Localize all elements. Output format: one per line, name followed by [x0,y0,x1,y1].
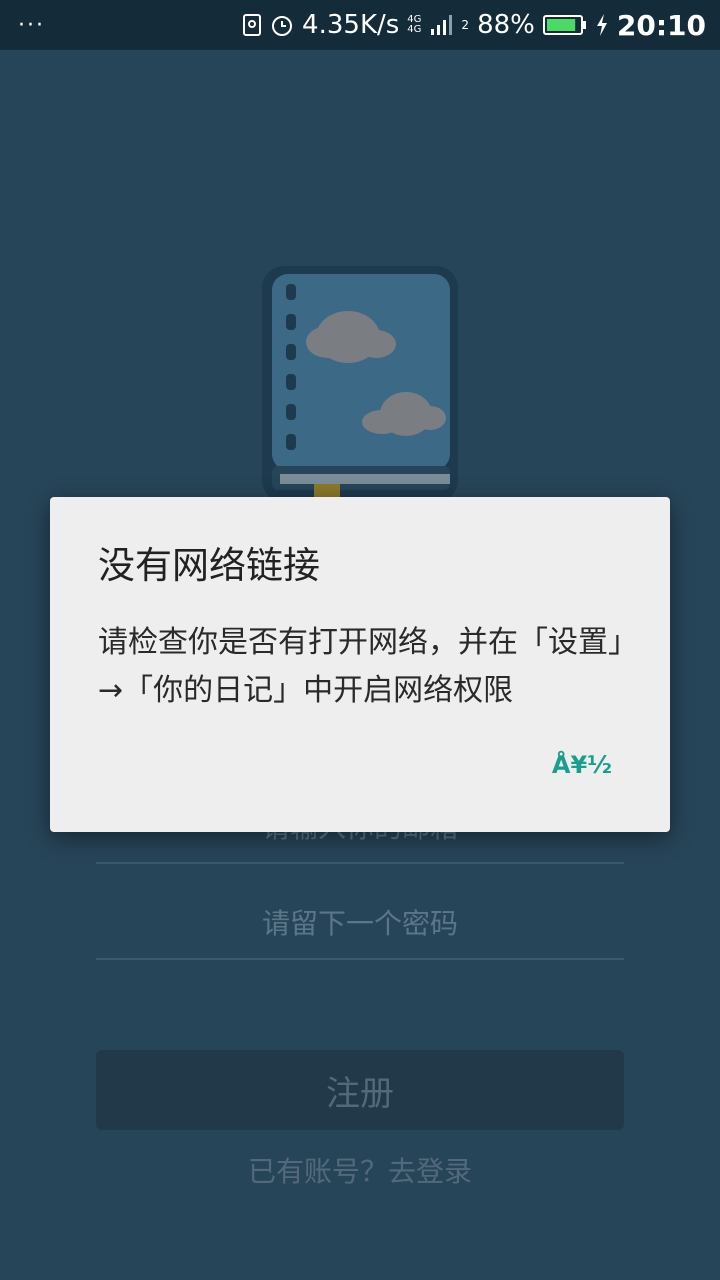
sim-slot-label: 2 [461,18,470,32]
diary-book-logo-icon [262,266,458,512]
alarm-icon [270,13,294,37]
no-network-dialog: 没有网络链接 请检查你是否有打开网络，并在「设置」→「你的日记」中开启网络权限 … [50,497,670,832]
go-to-login-link[interactable]: 已有账号？去登录 [0,1150,720,1190]
network-type-2: 4G [407,24,422,35]
dialog-message: 请检查你是否有打开网络，并在「设置」→「你的日记」中开启网络权限 [98,625,623,708]
clock-time: 20:10 [616,8,706,42]
overflow-dots: ··· [18,12,45,38]
network-speed: 4.35K/s [302,10,400,40]
password-input[interactable]: 请留下一个密码 [96,886,624,960]
register-button[interactable]: 注册 [96,1050,624,1130]
signal-icon [429,13,453,37]
status-right: 4.35K/s 4G 4G 2 88% 20:10 [242,9,706,42]
sd-card-icon [242,13,262,37]
battery-icon [542,14,587,36]
battery-fill [546,19,576,31]
status-bar: ··· 4.35K/s 4G 4G 2 88% 20:10 [0,0,720,50]
dialog-title: 没有网络链接 [98,544,320,587]
battery-percent: 88% [477,10,535,40]
network-type-indicators: 4G 4G [407,15,421,35]
charging-icon [595,13,609,37]
dialog-confirm-button[interactable]: Å¥½ [552,751,612,779]
